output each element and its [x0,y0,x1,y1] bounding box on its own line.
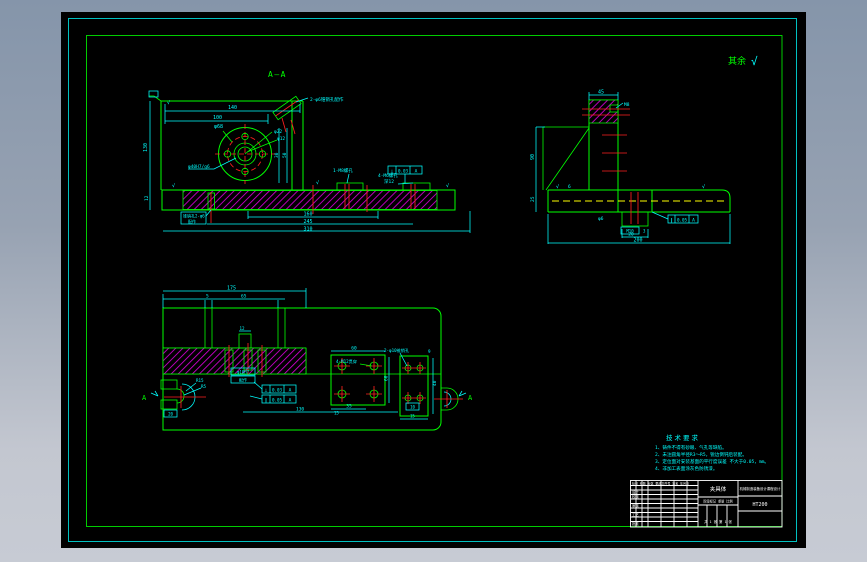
dim-160: 160 [303,212,312,218]
dim-25: 25 [530,196,536,202]
finish-check-icon: √ [702,184,705,190]
note-line: 3、定位面对安装基面的平行度误差 不大于0.05，mm。 [655,458,769,465]
tol-value: 0.03 [272,388,283,393]
note-line: 1、铸件不得有砂眼、气孔等缺陷。 [655,444,727,451]
dim-15: 15 [334,411,339,416]
label-pin-holes: 2-φ10锥销孔 [384,347,410,354]
tol-symbol: ⊥ [391,170,394,175]
label-r15: R15 [196,378,204,383]
label-dia68: φ68 [214,124,223,130]
tol-datum: A [289,398,292,404]
finish-check-icon: √ [751,55,758,68]
tb-sheet-row: 共 1 张 第 1 张 [704,519,732,524]
plan-hatch [162,347,307,375]
finish-check-icon: √ [316,180,319,186]
dim-45: 45 [598,90,604,96]
dim-10-box: 10 [410,405,415,410]
tol-datum: A [289,388,292,394]
dim-12-plan: 12 [239,326,245,331]
tb-material: HT200 [752,502,767,508]
dim-15b: 15 [410,414,415,419]
dim-60-top: 60 [351,346,357,352]
tol-symbol: ∥ [265,398,267,404]
note-line: 4、非加工表面涂灰色防锈漆。 [655,465,718,472]
tb-scale-row: 阶段标记 重量 比例 [703,499,732,504]
tol-symbol: ⊥ [265,389,268,394]
tb-row: 工艺 [632,512,639,517]
dim-35: 35 [346,404,352,410]
tol-datum: A [692,218,695,224]
cad-canvas: 其余 √ A—A 140 100 130 12 30 50 160 245 31… [61,12,806,548]
label-pin-hole: 锥销孔2-φ6 [183,213,205,219]
tb-part-name: 夹具体 [710,485,727,493]
label-m6-depth: 深12 [384,178,394,185]
label-dia22: φ22 [274,129,282,135]
dim-130: 130 [296,407,304,413]
dim-40: 40 [432,380,438,386]
tb-row: 设计 [632,490,639,495]
note-line: 2、未注圆角半径R3～R5，锐边倒钝后装配。 [655,451,747,458]
finish-check-icon: √ [446,183,449,189]
dim-140: 140 [228,105,237,111]
tol-value: 0.05 [677,218,688,223]
label-phi6: φ6 [598,216,604,222]
label-m8-side: M8 [624,102,630,108]
label-m12: 4-M12贯穿 [336,358,357,365]
label-r5: R5 [201,384,207,389]
dim-90: 90 [530,154,536,160]
notes-title: 技术要求 [666,433,700,442]
section-label: A—A [268,70,287,79]
label-m8: 1-M8螺孔 [333,167,353,174]
label-slot-fit: φ10H7 [237,370,250,375]
cad-drawing-screen: 其余 √ A—A 140 100 130 12 30 50 160 245 31… [0,0,867,562]
dim-100: 100 [213,115,222,121]
label-taper-pin: 2-φ6锥销孔配作 [310,96,344,103]
dim-200: 200 [633,238,642,244]
label-dia12: φ12 [277,136,285,142]
tol-datum: A [415,169,418,175]
tb-organization: 机械制造装备设计课程设计 [740,486,781,491]
finish-check-icon: √ [556,184,559,190]
dim-175: 175 [227,286,236,292]
tol-value: 0.05 [272,398,283,403]
tol-symbol: ∥ [670,218,672,224]
dim-50: 50 [282,152,288,158]
tb-row: 批准 [632,521,639,526]
label-pin-fit: 配作 [188,218,196,224]
tb-row: 审核 [632,503,639,508]
rest-surfaces-label: 其余 [728,55,746,67]
tb-row: 校核 [632,494,639,499]
finish-check-icon: √ [167,100,170,106]
dim-245: 245 [303,219,312,225]
dim-130: 130 [143,143,149,152]
tol-value: 0.03 [398,169,409,174]
dim-12: 12 [144,195,150,201]
finish-check-icon: √ [172,183,175,189]
front-base-hatch [182,190,438,210]
dim-30: 30 [274,152,280,158]
dim-6: 6 [568,184,571,190]
label-slot-fit2: 配作 [239,377,247,383]
dim-60-right: 60 [384,375,390,381]
dim-20-box: 20 [168,412,173,417]
tb-header: 标记 处数 分区 更改文件号 签名 年月日 [632,481,689,486]
dim-310: 310 [303,227,312,233]
dim-65: 65 [241,294,247,300]
dim-5: 5 [206,294,209,300]
